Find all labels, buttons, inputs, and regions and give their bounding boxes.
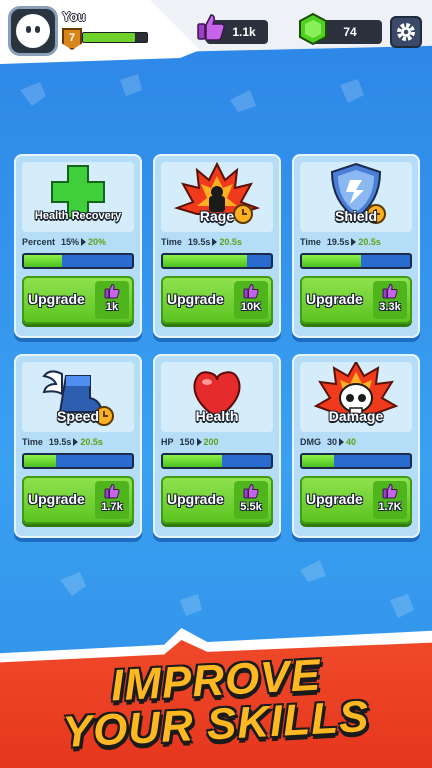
- skill-card-damage: Damage DMG 30 40 Upgrade 1.7K: [292, 354, 420, 538]
- skill-stat-row: Time 19.5s 20.5s: [161, 235, 273, 249]
- arrow-right-icon: [351, 238, 357, 246]
- skill-progress-fill: [163, 255, 248, 267]
- skill-title: Health Recovery: [34, 210, 122, 222]
- skill-title: Rage: [199, 208, 235, 224]
- player-avatar[interactable]: [8, 6, 58, 56]
- skill-progress-bar: [161, 453, 273, 469]
- xp-bar-fill: [83, 33, 136, 42]
- gear-icon: [397, 23, 415, 41]
- thumbs-up-icon: [104, 283, 120, 299]
- skill-progress-bar: [300, 453, 412, 469]
- stat-current: 15%: [61, 237, 80, 247]
- ghost-avatar-icon: [16, 14, 50, 48]
- skill-progress-bar: [161, 253, 273, 269]
- upgrade-cost: 1k: [95, 281, 129, 319]
- upgrade-label: Upgrade: [28, 491, 85, 507]
- upgrade-cost: 3.3k: [373, 281, 407, 319]
- arrow-right-icon: [81, 238, 87, 246]
- skill-progress-bar: [300, 253, 412, 269]
- player-name: You: [62, 9, 86, 24]
- green-gem-icon: [299, 12, 327, 46]
- upgrade-button-health[interactable]: Upgrade 5.5k: [161, 476, 273, 524]
- skill-title: Health: [195, 408, 239, 424]
- skill-card-health-recovery: Health Recovery Percent 15% 20% Upgrade 1k: [14, 154, 142, 338]
- skill-card-rage: Rage Time 19.5s 20.5s Upgrade 10K: [153, 154, 281, 338]
- likes-value: 1.1k: [232, 25, 256, 39]
- thumbs-up-icon: [197, 14, 225, 41]
- skill-progress-fill: [302, 255, 362, 267]
- cost-value: 3.3k: [379, 301, 401, 313]
- thumbs-up-icon: [243, 283, 259, 299]
- stat-next: 40: [346, 437, 357, 447]
- arrow-right-icon: [73, 438, 79, 446]
- arrow-right-icon: [339, 438, 345, 446]
- stat-label: HP: [161, 437, 174, 447]
- cost-value: 10K: [240, 301, 262, 313]
- thumbs-up-icon: [382, 283, 398, 299]
- skill-progress-fill: [163, 455, 223, 467]
- cost-value: 1.7k: [101, 501, 123, 513]
- cost-value: 5.5k: [240, 501, 262, 513]
- xp-bar: [82, 32, 148, 43]
- stat-current: 19.5s: [326, 237, 350, 247]
- skill-card-health: Health HP 150 200 Upgrade 5.5k: [153, 354, 281, 538]
- stat-current: 150: [179, 437, 195, 447]
- upgrade-label: Upgrade: [167, 291, 224, 307]
- skill-stat-row: HP 150 200: [161, 435, 273, 449]
- stat-label: Percent: [22, 237, 56, 247]
- skill-progress-fill: [302, 455, 335, 467]
- upgrade-label: Upgrade: [28, 291, 85, 307]
- stat-current: 30: [327, 437, 338, 447]
- cost-value: 1.7K: [378, 501, 402, 513]
- arrow-right-icon: [212, 238, 218, 246]
- stat-next: 20.5s: [80, 437, 103, 447]
- settings-button[interactable]: [390, 16, 422, 48]
- upgrade-cost: 5.5k: [234, 481, 268, 519]
- skill-card-speed: Speed Time 19.5s 20.5s Upgrade 1.7k: [14, 354, 142, 538]
- arrow-right-icon: [196, 438, 202, 446]
- cost-value: 1k: [105, 301, 119, 313]
- skill-title: Shield: [334, 208, 377, 224]
- stat-label: DMG: [300, 437, 321, 447]
- skill-progress-fill: [24, 455, 57, 467]
- stat-label: Time: [300, 237, 321, 247]
- upgrade-button-shield[interactable]: Upgrade 3.3k: [300, 276, 412, 324]
- stat-label: Time: [161, 237, 182, 247]
- stat-next: 20.5s: [219, 237, 242, 247]
- skill-title: Speed: [56, 408, 99, 424]
- upgrade-label: Upgrade: [306, 291, 363, 307]
- stat-next: 20%: [88, 237, 107, 247]
- thumbs-up-icon: [243, 483, 259, 499]
- upgrade-button-rage[interactable]: Upgrade 10K: [161, 276, 273, 324]
- skill-card-shield: Shield Time 19.5s 20.5s Upgrade 3.3k: [292, 154, 420, 338]
- upgrade-cost: 1.7K: [373, 481, 407, 519]
- thumbs-up-icon: [104, 483, 120, 499]
- upgrade-label: Upgrade: [306, 491, 363, 507]
- skill-stat-row: Percent 15% 20%: [22, 235, 134, 249]
- skill-progress-bar: [22, 453, 134, 469]
- gems-value: 74: [343, 25, 357, 39]
- stat-current: 19.5s: [187, 237, 211, 247]
- skill-progress-fill: [24, 255, 62, 267]
- skill-title: Damage: [328, 408, 384, 424]
- thumbs-up-icon: [382, 483, 398, 499]
- stat-next: 20.5s: [358, 237, 381, 247]
- skill-stat-row: Time 19.5s 20.5s: [300, 235, 412, 249]
- upgrade-cost: 1.7k: [95, 481, 129, 519]
- stat-label: Time: [22, 437, 43, 447]
- stat-current: 19.5s: [48, 437, 72, 447]
- upgrade-cost: 10K: [234, 281, 268, 319]
- upgrade-label: Upgrade: [167, 491, 224, 507]
- stat-next: 200: [203, 437, 219, 447]
- skill-progress-bar: [22, 253, 134, 269]
- upgrade-button-speed[interactable]: Upgrade 1.7k: [22, 476, 134, 524]
- upgrade-button-health-recovery[interactable]: Upgrade 1k: [22, 276, 134, 324]
- upgrade-button-damage[interactable]: Upgrade 1.7K: [300, 476, 412, 524]
- skill-stat-row: Time 19.5s 20.5s: [22, 435, 134, 449]
- skill-stat-row: DMG 30 40: [300, 435, 412, 449]
